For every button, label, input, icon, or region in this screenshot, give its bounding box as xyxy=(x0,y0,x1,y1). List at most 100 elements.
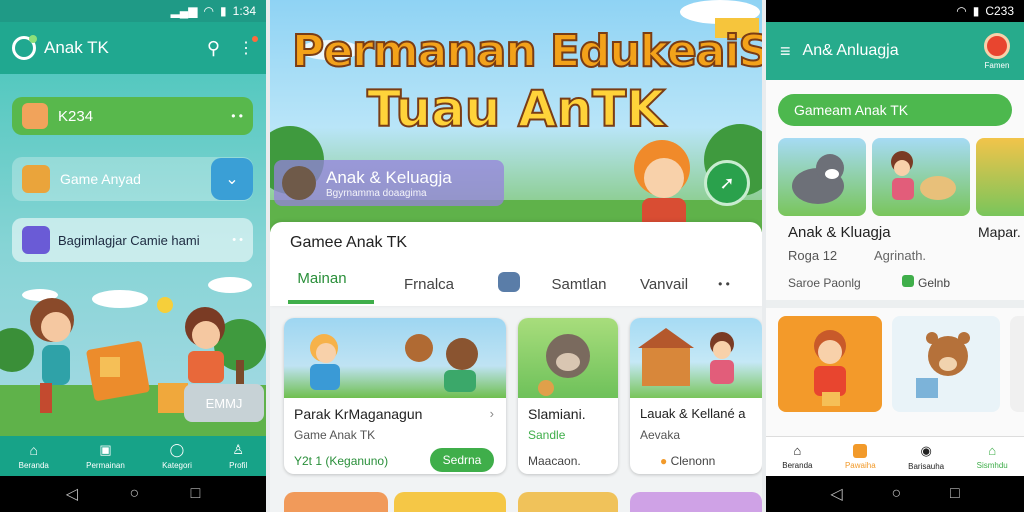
tab-mainan[interactable]: Mainan xyxy=(270,264,374,304)
tab-label: Mainan xyxy=(297,270,347,287)
phone-screen-games: Permanan EdukeaiSeru Tuau AnTK Anak & Ke… xyxy=(270,0,762,512)
battery-icon: ▮ xyxy=(972,4,980,18)
person-icon: ♙ xyxy=(232,442,245,457)
nav-item-profile[interactable]: ♙ Profil xyxy=(229,442,247,470)
game-title: Lauak & Kellané a xyxy=(640,406,746,421)
featured-foot-b-row[interactable]: Gelnb xyxy=(902,275,950,290)
banner-profile-strip: Anak & Keluagja Bgyrnamma doaagima xyxy=(274,160,504,206)
battery-icon: ▮ xyxy=(220,4,227,18)
avatar-label: Famen xyxy=(984,60,1010,70)
raccoon-illustration xyxy=(538,334,590,396)
puzzle-box-icon xyxy=(22,165,50,193)
nav-item-category[interactable]: ◯ Kategori xyxy=(162,442,192,470)
tab-vanvail[interactable]: Vanvail xyxy=(624,276,704,293)
nav-label: Permainan xyxy=(86,461,125,470)
menu-item-label: Game Anyad xyxy=(60,171,141,187)
game-title: Slamiani. xyxy=(528,406,586,422)
chevron-right-icon[interactable]: › xyxy=(490,406,494,421)
menu-item-game[interactable]: Game Anyad ⌄ xyxy=(12,157,253,201)
nav-item-progress[interactable]: ◉ Barisauha xyxy=(908,443,944,471)
featured-thumb[interactable] xyxy=(976,138,1024,216)
menu-item-label: Bagimlagjar Camie hami xyxy=(58,232,200,248)
section-title: Gamee Anak TK xyxy=(290,234,408,251)
profile-sub: Bgyrnamma doaagima xyxy=(326,187,427,199)
house-kid-illustration xyxy=(638,328,734,386)
app-logo-icon xyxy=(12,35,37,60)
wifi-icon: ◠ xyxy=(203,4,215,18)
game-card[interactable]: Parak KrMaganagun › Game Anak TK Y2t 1 (… xyxy=(284,318,506,474)
featured-thumb[interactable] xyxy=(778,138,866,216)
menu-icon[interactable]: ≡ xyxy=(780,41,791,62)
nav-item-home[interactable]: ⌂ Beranda xyxy=(782,443,812,470)
lock-icon: ⌂ xyxy=(988,443,997,458)
house-icon: ⌂ xyxy=(793,443,802,458)
back-icon[interactable]: ◁ xyxy=(830,484,842,504)
nav-label: Profil xyxy=(229,461,248,470)
game-card[interactable]: Slamiani. Sandle Maacaon. xyxy=(518,318,618,474)
kids-bears-illustration xyxy=(310,334,478,392)
phone-screen-family: ◠ ▮ C233 ≡ An& Anluagja Famen Gameam Ana… xyxy=(766,0,1024,512)
check-icon xyxy=(902,275,914,287)
featured-meta-b: Agrinath. xyxy=(874,248,927,263)
divider xyxy=(766,300,1024,308)
tools-icon xyxy=(22,226,50,254)
game-tile[interactable] xyxy=(892,316,1000,412)
nav-label: Sismhdu xyxy=(976,461,1008,470)
more-tabs-icon[interactable]: • • xyxy=(704,277,744,291)
section-pill[interactable]: Gameam Anak TK xyxy=(778,94,1012,126)
fox-icon xyxy=(22,103,48,129)
game-meta: Maacaon. xyxy=(528,454,581,468)
game-tile[interactable] xyxy=(1010,316,1024,412)
banner-headline-line2: Tuau AnTK xyxy=(366,79,666,139)
tab-label: Samtlan xyxy=(551,275,607,293)
game-meta: Clenonn xyxy=(670,454,716,468)
avatar xyxy=(984,32,1010,59)
game-thumbnail xyxy=(518,318,618,398)
nav-item-store[interactable]: ⌂ Sismhdu xyxy=(977,443,1008,470)
bottom-navigation: ⌂ Beranda ▣ Permainan ◯ Kategori ♙ Profil xyxy=(0,436,266,476)
nav-label: Beranda xyxy=(782,461,813,470)
hero-banner: Permanan EdukeaiSeru Tuau AnTK Anak & Ke… xyxy=(270,0,762,232)
menu-item-label: K234 xyxy=(58,107,94,125)
home-circle-icon[interactable]: ○ xyxy=(891,485,901,503)
recents-icon[interactable]: □ xyxy=(191,485,201,503)
wolf-illustration xyxy=(792,154,844,204)
tab-label: Vanvail xyxy=(639,275,689,293)
status-time: C233 xyxy=(985,4,1014,18)
recents-icon[interactable]: □ xyxy=(950,485,960,503)
more-icon[interactable]: • • xyxy=(232,234,243,246)
more-icon[interactable]: • • xyxy=(231,109,243,123)
app-title: An& Anluagja xyxy=(802,42,899,59)
play-button[interactable]: ➚ xyxy=(704,160,750,206)
phone-screen-home: ▂▄▆ ◠ ▮ 1:34 Anak TK ⚲ ⋮ K234 • • Game A… xyxy=(0,0,266,512)
profile-avatar[interactable]: Famen xyxy=(984,32,1010,70)
search-icon[interactable]: ⚲ xyxy=(207,38,220,59)
featured-side-title: Mapar. xyxy=(978,224,1021,240)
nav-item-home[interactable]: ⌂ Beranda xyxy=(19,442,49,470)
tab-dog-icon[interactable] xyxy=(484,272,534,296)
gamepad-icon: ▣ xyxy=(99,442,112,457)
game-thumbnail xyxy=(284,318,506,398)
nav-item-play[interactable]: Pawaiha xyxy=(845,443,876,470)
featured-foot-a: Saroe Paonlg xyxy=(788,276,861,290)
tab-frnalca[interactable]: Frnalca xyxy=(374,276,484,293)
more-vert-icon[interactable]: ⋮ xyxy=(238,36,258,58)
status-time: 1:34 xyxy=(232,4,256,18)
game-tile[interactable] xyxy=(778,316,882,412)
floating-action-button[interactable]: EMMJ xyxy=(184,384,264,422)
back-icon[interactable]: ◁ xyxy=(66,484,78,504)
download-button[interactable]: ⌄ xyxy=(211,158,253,200)
nav-item-games[interactable]: ▣ Permainan xyxy=(86,442,125,470)
tab-bar: Mainan Frnalca Samtlan Vanvail • • xyxy=(270,264,762,304)
featured-thumb[interactable] xyxy=(872,138,970,216)
nav-label: Beranda xyxy=(18,461,49,470)
play-game-button[interactable]: Sedrna xyxy=(430,448,494,472)
game-card[interactable]: Lauak & Kellané a Aevaka ● Clenonn xyxy=(630,318,762,474)
menu-item-k234[interactable]: K234 • • xyxy=(12,97,253,135)
bottom-navigation: ⌂ Beranda Pawaiha ◉ Barisauha ⌂ Sismhdu xyxy=(766,436,1024,476)
tab-samtlan[interactable]: Samtlan xyxy=(534,276,624,293)
star-badge-icon xyxy=(853,443,868,458)
home-circle-icon[interactable]: ○ xyxy=(129,485,139,503)
card-peek xyxy=(630,492,762,512)
menu-item-learning[interactable]: Bagimlagjar Camie hami • • xyxy=(12,218,253,262)
